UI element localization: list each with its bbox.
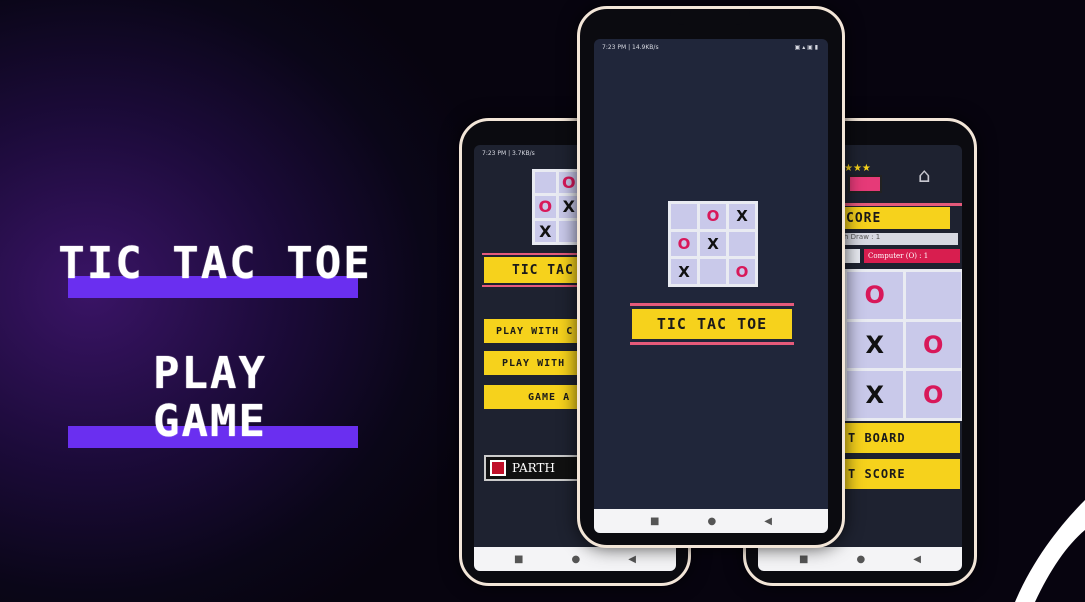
o-mark: O: [735, 262, 749, 281]
logo-board: O O X X: [532, 169, 582, 245]
status-bar: 7:23 PM | 14.9KB/s: [602, 44, 659, 51]
o-mark: O: [677, 234, 691, 253]
nav-back-icon[interactable]: ◀: [628, 554, 636, 565]
nav-recent-icon[interactable]: ■: [514, 554, 523, 565]
camera-notch: [670, 9, 750, 25]
nav-back-icon[interactable]: ◀: [764, 516, 772, 527]
nav-home-icon[interactable]: ●: [708, 516, 717, 527]
board-cell[interactable]: O: [905, 371, 961, 418]
status-bar: 7:23 PM | 3.7KB/s: [482, 150, 535, 157]
o-mark: O: [561, 173, 576, 193]
brand-mark-icon: [490, 460, 506, 476]
o-mark: O: [923, 380, 944, 409]
nav-home-icon[interactable]: ●: [572, 554, 581, 565]
nav-home-icon[interactable]: ●: [857, 554, 866, 565]
player-score-box: [844, 249, 860, 263]
logo-cell: [700, 259, 726, 284]
headline-play: PLAY: [153, 348, 267, 399]
nav-bar: ■ ● ◀: [758, 547, 962, 571]
logo-cell: O: [729, 259, 755, 284]
logo-cell: X: [729, 204, 755, 229]
logo-cell: O: [700, 204, 726, 229]
nav-recent-icon[interactable]: ■: [799, 554, 808, 565]
board-cell[interactable]: O: [847, 272, 903, 319]
logo-cell: X: [558, 196, 579, 218]
reset-board-button[interactable]: T BOARD: [844, 423, 960, 453]
logo-cell: [729, 231, 755, 257]
logo-board: O X O X X O: [668, 201, 758, 287]
nav-bar: ■ ● ◀: [594, 509, 828, 533]
stars-icon: ★★★: [844, 163, 871, 174]
board-cell[interactable]: [905, 272, 961, 319]
logo-cell: X: [700, 231, 726, 257]
logo-cell: [671, 204, 697, 229]
logo-cell: O: [558, 172, 579, 194]
o-mark: O: [706, 207, 720, 226]
o-mark: O: [538, 197, 553, 217]
logo-cell: [535, 172, 556, 194]
scoreboard-icon: [848, 175, 882, 193]
logo-cell: X: [671, 259, 697, 284]
o-mark: O: [923, 330, 944, 359]
nav-bar: ■ ● ◀: [474, 547, 676, 571]
logo-cell: [558, 220, 579, 242]
home-icon[interactable]: ⌂: [918, 163, 931, 187]
logo-cell: O: [671, 231, 697, 257]
nav-recent-icon[interactable]: ■: [650, 516, 659, 527]
draw-count: h Draw : 1: [842, 233, 958, 245]
reset-score-button[interactable]: T SCORE: [844, 459, 960, 489]
status-icons: ▣ ▴ ▣ ▮: [794, 44, 818, 51]
brush-stroke-decoration: [1015, 500, 1085, 602]
computer-score: Computer (O) : 1: [864, 249, 960, 263]
o-mark: O: [864, 281, 885, 310]
phone-center-screen: 7:23 PM | 14.9KB/s ▣ ▴ ▣ ▮ O X O X X O T…: [594, 39, 828, 533]
phone-center: 7:23 PM | 14.9KB/s ▣ ▴ ▣ ▮ O X O X X O T…: [577, 6, 845, 548]
game-board: O X O X O: [844, 269, 962, 421]
board-cell[interactable]: X: [847, 371, 903, 418]
headline-game: GAME: [153, 396, 267, 447]
logo-cell: O: [535, 196, 556, 218]
nav-back-icon[interactable]: ◀: [913, 554, 921, 565]
brand-name: PARTH: [512, 461, 555, 475]
board-cell[interactable]: O: [905, 321, 961, 369]
game-title-banner: TIC TAC TOE: [632, 309, 792, 339]
score-title-banner: CORE: [842, 207, 950, 229]
board-cell[interactable]: X: [847, 321, 903, 369]
logo-cell: X: [535, 220, 556, 242]
headline-title: TIC TAC TOE: [58, 238, 372, 289]
